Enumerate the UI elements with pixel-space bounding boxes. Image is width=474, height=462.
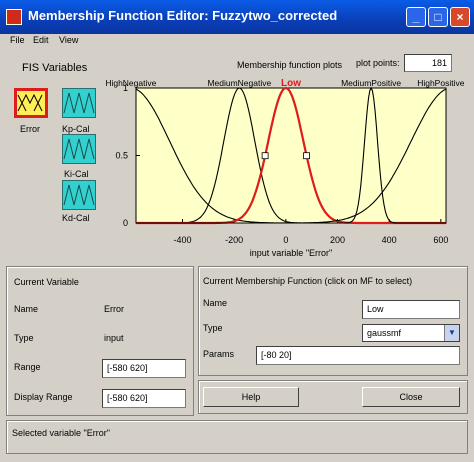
x-tick-label: 400: [382, 235, 397, 245]
plot-area: [135, 87, 447, 224]
x-tick-label: 600: [433, 235, 448, 245]
membership-function-editor-window: Membership Function Editor: Fuzzytwo_cor…: [0, 0, 474, 462]
mf-type-select[interactable]: gaussmf ▼: [362, 324, 460, 342]
x-axis-label: input variable "Error": [250, 248, 332, 258]
mf-label-mediumnegative: MediumNegative: [207, 78, 271, 88]
cv-type-label: Type: [14, 333, 34, 343]
mf-handle: [261, 152, 269, 160]
mf-params-label: Params: [203, 349, 235, 359]
cv-name-value: Error: [104, 304, 124, 314]
current-mf-heading: Current Membership Function (click on MF…: [203, 276, 413, 286]
display-range-input[interactable]: [-580 620]: [102, 389, 186, 408]
cv-name-label: Name: [14, 304, 39, 314]
range-input[interactable]: [-580 620]: [102, 359, 186, 378]
mf-label-highpositive: HighPositive: [417, 78, 465, 88]
mf-type-value: gaussmf: [367, 328, 402, 338]
cv-range-label: Range: [14, 362, 41, 372]
mf-label-mediumpositive: MediumPositive: [341, 78, 401, 88]
mf-label-low: Low: [281, 78, 301, 89]
membership-function-plot[interactable]: 00.51-400 -200 0 200 400 600input variable "E…: [0, 0, 474, 262]
chevron-down-icon[interactable]: ▼: [444, 325, 459, 341]
x-tick-label: 200: [330, 235, 345, 245]
cv-display-range-label: Display Range: [14, 392, 73, 402]
mf-label-highnegative: HighNegative: [105, 78, 156, 88]
mf-params-input[interactable]: [-80 20]: [256, 346, 460, 365]
y-tick-label: 0: [123, 218, 128, 228]
mf-type-label: Type: [203, 323, 223, 333]
y-tick-label: 0.5: [115, 151, 128, 161]
help-button[interactable]: Help: [203, 387, 299, 407]
cv-type-value: input: [104, 333, 124, 343]
x-tick-label: -400: [173, 235, 191, 245]
x-tick-label: -200: [225, 235, 243, 245]
current-variable-heading: Current Variable: [14, 277, 79, 287]
status-text: Selected variable "Error": [12, 428, 110, 438]
close-button[interactable]: Close: [362, 387, 460, 407]
x-tick-label: 0: [283, 235, 288, 245]
mf-name-label: Name: [203, 298, 228, 308]
mf-name-input[interactable]: Low: [362, 300, 460, 319]
mf-handle: [303, 152, 310, 160]
